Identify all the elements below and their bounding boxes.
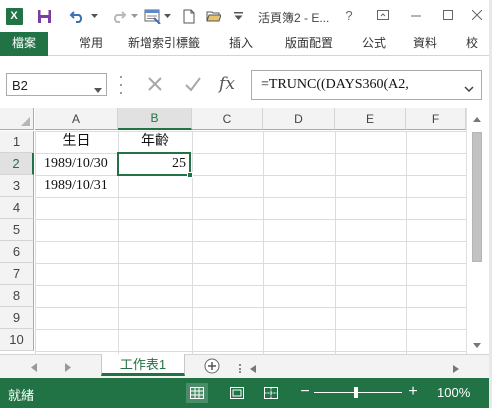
row-header-9[interactable]: 9 (0, 307, 34, 329)
new-file-icon[interactable] (181, 6, 197, 26)
window-title: 活頁簿2 - E... (258, 11, 330, 25)
tab-page-layout[interactable]: 版面配置 (285, 32, 333, 56)
check-icon[interactable] (180, 71, 206, 97)
formula-text: =TRUNC((DAYS360(A2, (261, 77, 409, 92)
zoom-out-button[interactable]: − (298, 383, 312, 401)
maximize-icon[interactable] (437, 5, 459, 25)
row-header-7[interactable]: 7 (0, 263, 34, 285)
column-header-e[interactable]: E (335, 108, 406, 130)
close-icon[interactable] (466, 5, 488, 25)
cell-a1[interactable]: 生日 (35, 131, 118, 153)
cell-a2[interactable]: 1989/10/30 (44, 153, 124, 175)
row-header-1[interactable]: 1 (0, 131, 34, 153)
title-bar: X 活頁簿2 - E... ? (0, 0, 492, 32)
tab-new-tab[interactable]: 新增索引標籤 (128, 32, 200, 56)
select-all-button[interactable] (0, 108, 34, 130)
vertical-scroll-thumb[interactable] (472, 132, 482, 262)
cancel-icon[interactable] (142, 71, 168, 97)
form-dropdown-icon[interactable] (162, 6, 172, 26)
formula-bar-grip[interactable] (120, 76, 124, 94)
ribbon-display-icon[interactable] (372, 5, 394, 25)
formula-expand-icon[interactable] (464, 81, 474, 95)
open-icon[interactable] (204, 6, 222, 26)
add-sheet-icon[interactable] (204, 358, 220, 374)
column-header-b[interactable]: B (118, 108, 192, 130)
scroll-left-icon[interactable] (250, 362, 256, 376)
tab-home[interactable]: 常用 (79, 32, 103, 56)
grid-line (263, 131, 264, 354)
row-header-3[interactable]: 3 (0, 175, 34, 197)
normal-view-icon[interactable] (186, 383, 208, 403)
row-header-6[interactable]: 6 (0, 241, 34, 263)
row-header-10[interactable]: 10 (0, 329, 34, 351)
form-icon[interactable] (142, 6, 162, 26)
tab-formulas[interactable]: 公式 (362, 32, 386, 56)
undo-icon[interactable] (67, 6, 87, 26)
customize-icon[interactable] (228, 6, 248, 26)
zoom-in-button[interactable]: + (406, 383, 420, 401)
row-header-8[interactable]: 8 (0, 285, 34, 307)
column-header-a[interactable]: A (35, 108, 118, 130)
sheet-next-icon[interactable] (62, 361, 74, 373)
sheet-tab-1[interactable]: 工作表1 (101, 354, 185, 376)
column-header-f[interactable]: F (406, 108, 466, 130)
fill-handle[interactable] (187, 172, 193, 178)
grid-line (335, 131, 336, 354)
sheet-prev-icon[interactable] (28, 361, 40, 373)
ribbon-tabs: 檔案 常用 新增索引標籤 插入 版面配置 公式 資料 校 (0, 32, 492, 56)
scroll-down-icon[interactable] (467, 338, 487, 352)
tab-review[interactable]: 校 (466, 32, 478, 56)
column-header-d[interactable]: D (263, 108, 335, 130)
page-layout-icon[interactable] (226, 383, 248, 403)
tab-data[interactable]: 資料 (413, 32, 437, 56)
grid-line (406, 131, 407, 354)
sheet-tab-bar: 工作表1 (0, 354, 492, 378)
help-icon[interactable]: ? (338, 5, 360, 25)
scroll-right-icon[interactable] (453, 362, 459, 376)
row-header-4[interactable]: 4 (0, 197, 34, 219)
row-header-2[interactable]: 2 (0, 153, 34, 175)
column-header-c[interactable]: C (192, 108, 263, 130)
excel-logo-letter: X (5, 7, 23, 25)
zoom-slider-thumb[interactable] (354, 387, 358, 398)
horizontal-scrollbar[interactable] (262, 359, 446, 373)
zoom-slider[interactable] (314, 392, 402, 393)
undo-dropdown-icon[interactable] (89, 6, 99, 26)
redo-icon[interactable] (109, 6, 129, 26)
status-text: 就緒 (8, 388, 35, 403)
tab-split-grip[interactable] (239, 364, 242, 373)
cell-a3[interactable]: 1989/10/31 (44, 175, 124, 197)
name-box-value: B2 (12, 78, 28, 93)
name-box-dropdown-icon[interactable] (94, 82, 102, 96)
zoom-level[interactable]: 100% (437, 385, 470, 400)
fx-label: fx (219, 74, 235, 94)
vertical-scrollbar[interactable] (466, 108, 486, 354)
cell-b1[interactable]: 年齡 (118, 131, 192, 153)
page-break-icon[interactable] (260, 383, 282, 403)
grid-line (192, 131, 193, 354)
redo-dropdown-icon[interactable] (129, 6, 139, 26)
status-bar: 就緒 − + 100% (0, 378, 492, 408)
insert-function-button[interactable]: fx (214, 71, 240, 97)
tab-insert[interactable]: 插入 (229, 32, 253, 56)
name-box[interactable]: B2 (6, 73, 107, 96)
save-icon[interactable] (35, 6, 53, 26)
scroll-up-icon[interactable] (467, 112, 487, 126)
active-cell-selection (117, 152, 193, 178)
formula-input[interactable]: =TRUNC((DAYS360(A2, (252, 70, 482, 100)
row-header-5[interactable]: 5 (0, 219, 34, 241)
tab-file[interactable]: 檔案 (0, 32, 48, 56)
minimize-icon[interactable] (405, 5, 427, 25)
excel-logo-icon[interactable]: X (4, 6, 24, 26)
